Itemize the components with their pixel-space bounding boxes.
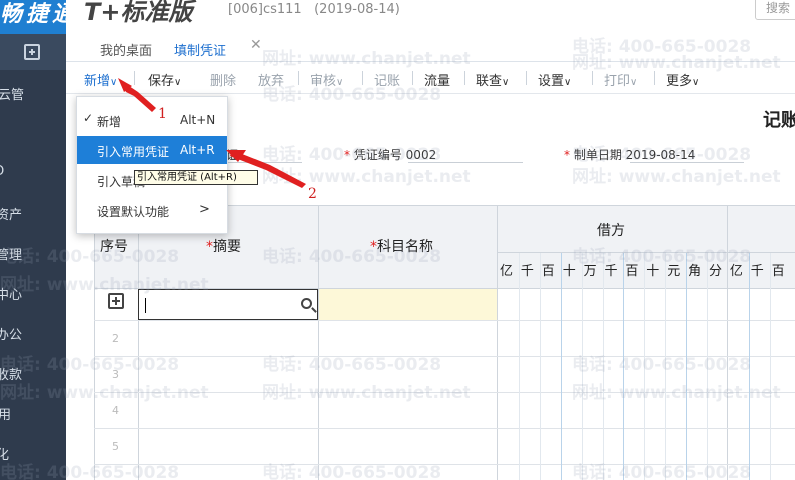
app-window: 畅捷通 云管 O 资产 管理 中心 办公 收款 用 化 T+标准版 [006]c…	[0, 0, 795, 480]
annotation-step-1: 1	[158, 106, 167, 122]
annotation-arrows	[118, 78, 306, 188]
annotation-step-2: 2	[308, 186, 317, 202]
